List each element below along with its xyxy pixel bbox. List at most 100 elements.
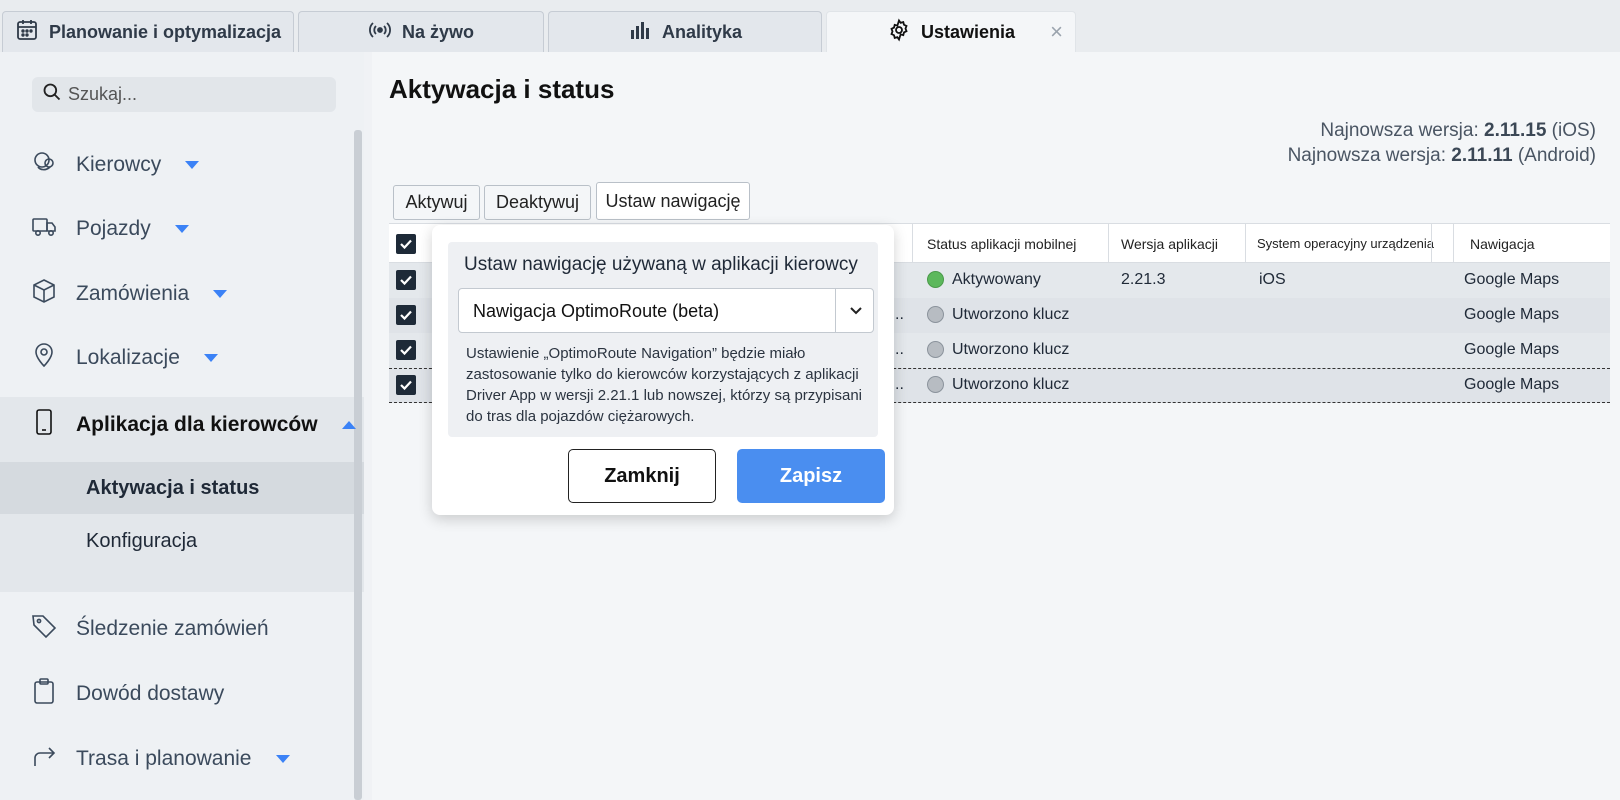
chevron-down-icon — [174, 225, 189, 233]
tab-label: Planowanie i optymalizacja — [48, 21, 282, 42]
broadcast-icon — [368, 18, 392, 47]
sidebar-item-proof-of-delivery[interactable]: Dowód dostawy — [30, 676, 224, 712]
select-all-checkbox[interactable] — [396, 234, 416, 254]
save-button[interactable]: Zapisz — [737, 449, 885, 503]
sidebar-item-vehicles[interactable]: Pojazdy — [30, 211, 189, 247]
package-icon — [30, 277, 58, 311]
dialog-title: Ustaw nawigację używaną w aplikacji kier… — [464, 254, 858, 275]
status-text: Utworzono klucz — [952, 376, 1070, 393]
header-os[interactable]: System operacyjny urządzenia — [1257, 236, 1434, 251]
status-indicator-icon — [927, 341, 944, 358]
status-indicator-icon — [927, 376, 944, 393]
sidebar-item-orders[interactable]: Zamówienia — [30, 276, 228, 312]
version-value: 2.11.15 — [1484, 120, 1547, 141]
sidebar-scrollbar[interactable] — [354, 130, 362, 800]
row-checkbox[interactable] — [396, 305, 416, 325]
tab-label: Na żywo — [401, 21, 475, 42]
tab-analytics[interactable]: Analityka — [548, 11, 822, 52]
gear-icon — [887, 17, 911, 47]
activate-button[interactable]: Aktywuj — [393, 185, 480, 220]
header-status[interactable]: Status aplikacji mobilnej — [927, 236, 1076, 252]
ios-version: Najnowsza wersja: 2.11.15 (iOS) — [1320, 120, 1596, 142]
close-icon[interactable]: × — [1050, 21, 1063, 43]
sidebar-item-label: Trasa i planowanie — [76, 747, 252, 770]
column-divider — [1453, 224, 1454, 264]
sidebar-item-locations[interactable]: Lokalizacje — [30, 340, 218, 376]
sidebar-item-driver-app[interactable]: Aplikacja dla kierowców — [30, 407, 356, 443]
truncated-text: .. — [895, 341, 904, 358]
tab-label: Analityka — [661, 21, 743, 42]
chevron-up-icon — [341, 421, 356, 429]
search-icon — [42, 82, 62, 107]
column-divider — [1431, 224, 1432, 264]
navigation-text: Google Maps — [1464, 306, 1560, 323]
sidebar-item-drivers[interactable]: Kierowcy — [30, 147, 200, 183]
sidebar-item-label: Śledzenie zamówień — [76, 617, 269, 640]
row-checkbox[interactable] — [396, 375, 416, 395]
row-checkbox[interactable] — [396, 270, 416, 290]
clipboard-icon — [30, 677, 58, 711]
tab-label: Ustawienia — [920, 21, 1016, 42]
sidebar-item-route-planning[interactable]: Trasa i planowanie — [30, 741, 290, 777]
navigation-text: Google Maps — [1464, 271, 1560, 288]
sidebar-item-order-tracking[interactable]: Śledzenie zamówień — [30, 611, 269, 647]
tab-bar: Planowanie i optymalizacja Na żywo Anali… — [0, 0, 1620, 52]
truncated-text: .. — [895, 376, 904, 393]
tag-icon — [30, 612, 58, 646]
navigation-text: Google Maps — [1464, 341, 1560, 358]
phone-icon — [30, 408, 58, 442]
header-navigation[interactable]: Nawigacja — [1470, 236, 1535, 252]
set-navigation-button[interactable]: Ustaw nawigację — [596, 182, 750, 220]
tab-planning[interactable]: Planowanie i optymalizacja — [2, 11, 294, 52]
sidebar-item-label: Lokalizacje — [76, 346, 180, 369]
status-text: Aktywowany — [952, 271, 1041, 288]
navigation-dialog: Ustaw nawigację używaną w aplikacji kier… — [432, 225, 894, 515]
page-title: Aktywacja i status — [389, 74, 615, 104]
column-divider — [1245, 224, 1246, 264]
version-label: Najnowsza wersja: — [1320, 120, 1479, 141]
truck-icon — [30, 212, 58, 246]
chevron-down-icon — [275, 755, 290, 763]
header-version[interactable]: Wersja aplikacji — [1121, 236, 1218, 252]
sidebar-item-label: Aplikacja dla kierowców — [76, 413, 318, 436]
navigation-text: Google Maps — [1464, 376, 1560, 393]
select-divider — [835, 289, 836, 332]
version-text: 2.21.3 — [1121, 271, 1166, 288]
sidebar-subitem-activation[interactable]: Aktywacja i status — [86, 477, 259, 500]
tab-settings[interactable]: Ustawienia × — [826, 11, 1076, 52]
status-text: Utworzono klucz — [952, 341, 1070, 358]
select-value: Nawigacja OptimoRoute (beta) — [473, 301, 720, 321]
row-checkbox[interactable] — [396, 340, 416, 360]
sidebar-item-label: Zamówienia — [76, 282, 190, 305]
os-text: iOS — [1259, 271, 1286, 288]
sidebar-item-label: Pojazdy — [76, 217, 151, 240]
chevron-down-icon — [203, 354, 218, 362]
status-indicator-icon — [927, 271, 944, 288]
status-text: Utworzono klucz — [952, 306, 1070, 323]
chevron-down-icon — [213, 290, 228, 298]
location-pin-icon — [30, 341, 58, 375]
column-divider — [912, 224, 913, 264]
status-indicator-icon — [927, 306, 944, 323]
sidebar-subitem-configuration[interactable]: Konfiguracja — [86, 530, 197, 553]
chevron-down-icon[interactable] — [845, 299, 867, 321]
users-icon — [30, 148, 58, 182]
sidebar-item-label: Kierowcy — [76, 153, 162, 176]
version-platform: (iOS) — [1551, 120, 1596, 141]
truncated-text: .. — [895, 306, 904, 323]
route-arrow-icon — [30, 742, 58, 776]
column-divider — [1108, 224, 1109, 264]
calendar-icon — [15, 18, 39, 47]
chevron-down-icon — [185, 161, 200, 169]
sidebar-item-label: Dowód dostawy — [76, 682, 225, 705]
navigation-select[interactable]: Nawigacja OptimoRoute (beta) — [458, 288, 874, 333]
version-label: Najnowsza wersja: — [1287, 145, 1446, 166]
search-box[interactable] — [32, 77, 336, 112]
dialog-help-text: Ustawienie „OptimoRoute Navigation” będz… — [466, 345, 862, 425]
close-button[interactable]: Zamknij — [568, 449, 716, 503]
bar-chart-icon — [628, 18, 652, 47]
tab-live[interactable]: Na żywo — [298, 11, 544, 52]
deactivate-button[interactable]: Deaktywuj — [484, 185, 591, 220]
version-value: 2.11.11 — [1451, 145, 1513, 166]
search-input[interactable] — [68, 84, 328, 105]
